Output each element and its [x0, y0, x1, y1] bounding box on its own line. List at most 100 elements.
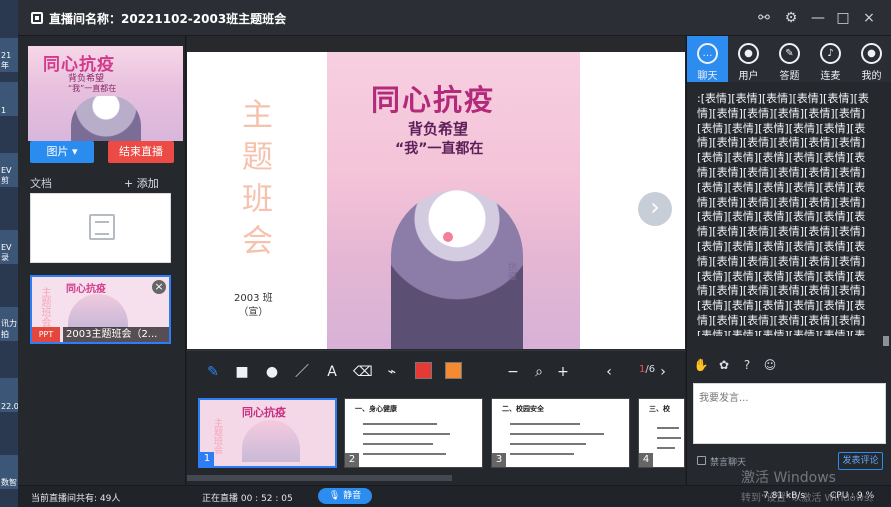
tab-mic-link[interactable]: ♪ 连麦 [810, 36, 851, 82]
thumbnail-line [510, 423, 580, 425]
slide-thumbnail-2[interactable]: 一、身心健康 2 [344, 398, 483, 468]
online-count: 当前直播间共有: 49人 [31, 494, 121, 504]
thumbnail-number: 1 [200, 452, 214, 466]
next-page-icon[interactable]: › [654, 363, 672, 381]
desktop-icon[interactable]: 21年 [0, 38, 18, 72]
thumbnail-line [363, 443, 433, 445]
live-cover[interactable]: 同心抗疫 背负希望 “我”一直都在 [28, 46, 183, 141]
chat-tools: ✋ ✿ ? ☺ [693, 357, 886, 377]
clear-icon[interactable]: ⌁ [383, 363, 401, 381]
presentation-stage: ‹ › 主题班会 2003 班 （宣） 同心抗疫 背负希望 “我”一直都在 抗疫… [187, 36, 685, 350]
ppt-document[interactable]: 主题班会 同心抗疫 × PPT 2003主题班会（2... [30, 275, 171, 344]
end-live-button[interactable]: 结束直播 [108, 141, 174, 163]
ppt-name: 2003主题班会（2... [63, 327, 169, 342]
windows-activation-title: 激活 Windows [741, 470, 836, 486]
thumbnail-number: 4 [639, 453, 653, 467]
maximize-icon[interactable]: □ [833, 8, 853, 28]
thumbnail-line [363, 423, 437, 425]
chat-messages: :[表情][表情][表情][表情][表情][表情][表情][表情][表情][表情… [697, 92, 869, 336]
desktop-icon[interactable]: 1 [0, 82, 18, 116]
microphone-icon: ♪ [820, 43, 841, 64]
ppt-preview-title: 同心抗疫 [66, 284, 106, 295]
slide-side-title: 主题班会 [236, 98, 272, 266]
search-icon[interactable]: ⌕ [530, 363, 548, 381]
tab-label: 我的 [861, 71, 882, 82]
thumbnail-title: 二、校园安全 [502, 405, 544, 413]
ppt-tag: PPT [32, 327, 60, 342]
thumbnail-title: 同心抗疫 [242, 406, 286, 419]
desktop-icon[interactable]: 讯力拍 [0, 307, 18, 341]
rectangle-icon[interactable]: ■ [233, 363, 251, 381]
tab-label: 用户 [738, 71, 759, 82]
thumbnail-number: 3 [492, 453, 506, 467]
slide-thumbnail-4[interactable]: 三、校 4 [638, 398, 685, 468]
thumbnail-scrollbar[interactable] [187, 475, 452, 481]
desktop-icon[interactable]: 数智 [0, 455, 18, 489]
mute-checkbox[interactable] [697, 456, 706, 465]
share-icon[interactable]: ⚯ [754, 8, 774, 28]
chat-input[interactable] [693, 383, 886, 444]
tab-quiz[interactable]: ✎ 答题 [769, 36, 810, 82]
picture-button[interactable]: 图片 ▾ [30, 141, 94, 163]
thumbnail-line [510, 433, 604, 435]
mute-chat-label: 禁言聊天 [710, 458, 747, 468]
live-logo-icon [31, 12, 43, 24]
left-panel: 同心抗疫 背负希望 “我”一直都在 图片 ▾ 结束直播 文档 + 添加 主题班会… [18, 36, 186, 485]
color-red[interactable] [415, 362, 432, 379]
document-icon [89, 214, 115, 240]
color-orange[interactable] [445, 362, 462, 379]
question-icon[interactable]: ? [739, 357, 755, 373]
slide-headline: 同心抗疫 [371, 83, 496, 117]
desktop-icon[interactable]: EV录 [0, 230, 18, 264]
mute-button[interactable]: 🎙 静音 [318, 488, 372, 504]
minimize-icon[interactable]: — [808, 8, 828, 28]
circle-icon[interactable]: ● [263, 363, 281, 381]
desktop-icon[interactable]: 22.0 [0, 378, 19, 412]
next-slide-button[interactable]: › [638, 192, 672, 226]
astronaut-image [71, 96, 141, 141]
page-indicator: 1/6 [639, 364, 655, 375]
thumbnail-title: 三、校 [649, 405, 670, 413]
ppt-preview-side: 主题班会 [39, 287, 50, 327]
flower-icon[interactable]: ✿ [716, 357, 732, 373]
line-icon[interactable]: ／ [293, 363, 311, 381]
emoji-icon[interactable]: ☺ [762, 357, 778, 373]
close-icon[interactable]: × [859, 8, 879, 28]
thumbnail-side-title: 主题班会 [212, 418, 222, 454]
windows-activation-subtitle: 转到“设置”以激活 Windows。 [741, 493, 880, 504]
thumbnail-line [510, 453, 574, 455]
slide-thumbnail-3[interactable]: 二、校园安全 3 [491, 398, 630, 468]
cover-subtitle-2: “我”一直都在 [68, 84, 117, 93]
thumbnail-line [510, 443, 586, 445]
slide-artwork: 同心抗疫 背负希望 “我”一直都在 抗疫 [327, 52, 580, 349]
chat-scrollbar[interactable] [883, 336, 889, 346]
zoom-out-icon[interactable]: − [504, 363, 522, 381]
slide-class-name: 2003 班 （宣） [234, 292, 273, 320]
gear-icon[interactable]: ⚙ [781, 8, 801, 28]
astronaut-badge: 抗疫 [506, 262, 516, 280]
close-document-icon[interactable]: × [152, 280, 166, 294]
add-document-button[interactable]: + 添加 [124, 175, 159, 191]
zoom-in-icon[interactable]: + [554, 363, 572, 381]
send-comment-button[interactable]: 发表评论 [838, 452, 883, 470]
tab-chat[interactable]: … 聊天 [687, 36, 728, 82]
text-icon[interactable]: A [323, 363, 341, 381]
tab-users[interactable]: ● 用户 [728, 36, 769, 82]
user-icon: ● [738, 43, 759, 64]
documents-label: 文档 [30, 177, 52, 190]
slide-thumbnail-1[interactable]: 主题班会 同心抗疫 1 [198, 398, 337, 468]
blank-document[interactable] [30, 193, 171, 263]
eraser-icon[interactable]: ⌫ [353, 363, 373, 381]
slide-subtitle-1: 背负希望 [408, 120, 469, 138]
pen-icon[interactable]: ✎ [204, 363, 222, 381]
desktop-icon[interactable]: EV剪 [0, 153, 18, 187]
titlebar: 直播间名称：20221102-2003班主题班会 ⚯ ⚙ — □ × [18, 0, 891, 36]
window-title: 直播间名称：20221102-2003班主题班会 [49, 12, 287, 26]
tab-label: 答题 [779, 71, 800, 82]
slide-class-line-2: （宣） [238, 307, 269, 318]
thumbnail-line [657, 447, 675, 449]
hand-icon[interactable]: ✋ [693, 357, 709, 373]
previous-page-icon[interactable]: ‹ [600, 363, 618, 381]
current-slide: 主题班会 2003 班 （宣） 同心抗疫 背负希望 “我”一直都在 抗疫 › [187, 52, 685, 349]
tab-profile[interactable]: ● 我的 [851, 36, 891, 82]
